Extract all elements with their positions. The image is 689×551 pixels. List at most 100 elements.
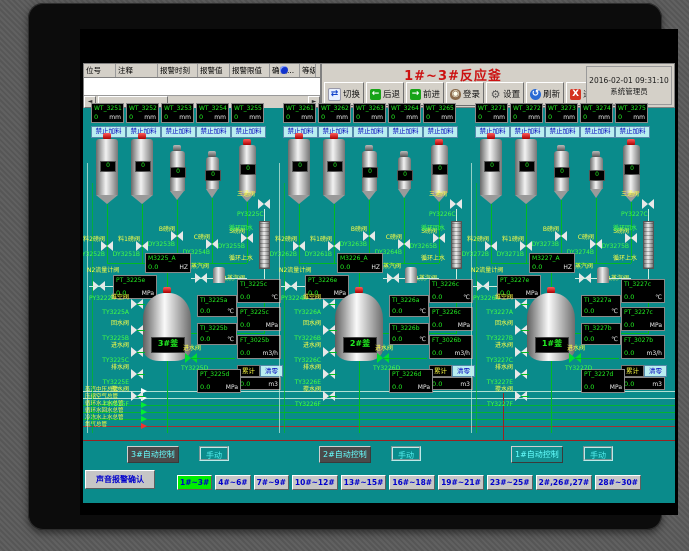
val: 0.0 <box>584 383 594 391</box>
weight-value: 0 <box>199 113 203 121</box>
page-tab-2[interactable]: 7#~9# <box>254 475 289 490</box>
steam-valve-name: 蒸汽阀 <box>575 261 593 270</box>
unit: ℃ <box>227 308 234 315</box>
weight-indicator: WT_32520mm <box>126 103 159 123</box>
weight-unit: mm <box>109 114 121 121</box>
hopper-level-display: 0 <box>135 161 151 172</box>
pipe-line <box>329 396 337 397</box>
tag: TI_3226a <box>392 297 419 304</box>
feed-valve-tag: DY3251B <box>110 251 140 258</box>
hopper-level-display: 0 <box>554 167 570 178</box>
three-way-valve[interactable] <box>642 199 654 209</box>
tag: PT_3226d <box>392 371 421 378</box>
weight-indicator: WT_32530mm <box>161 103 194 123</box>
inlet-valve-tag: TY3226D <box>373 365 400 372</box>
utility-valve-tag: TY3227A <box>473 309 513 316</box>
page-tabs: 1#~3#4#~6# 7#~9#10#~12#13#~15#16#~18#19#~… <box>177 475 641 490</box>
agitator-frequency-indicator: M3227_A0.0HZ <box>529 253 575 273</box>
page-tab-1[interactable]: 4#~6# <box>215 475 250 490</box>
hmi-root: 位号注释报警时刻报警值报警限值确认...等级 ◄ ► 1#~3#反应釜 ⇄切换←… <box>83 63 675 503</box>
feed-valve-name: 料1磅阀 <box>302 234 332 243</box>
pipe-line <box>456 209 457 221</box>
reactor-label: 2#釜 <box>343 337 377 353</box>
val: 0.0 <box>584 335 594 343</box>
weight-unit: mm <box>598 114 610 121</box>
hopper-level-display: 0 <box>362 167 378 178</box>
manual-control-button[interactable]: 手动 <box>583 446 613 461</box>
process-indicator: TI_3227c0.0℃ <box>621 279 665 303</box>
utility-valve-tag: TY3225A <box>89 309 129 316</box>
unit: MPa <box>418 384 430 391</box>
utility-valve-tag: TY3226A <box>281 309 321 316</box>
hopper-level-display: 0 <box>327 161 343 172</box>
temperature-indicator: TI_3226a0.0℃ <box>389 295 429 317</box>
page-tab-0[interactable]: 1#~3# <box>177 475 212 490</box>
hopper-cone <box>515 195 537 204</box>
weight-value: 0 <box>583 113 587 121</box>
three-way-valve-name: 三通阀 <box>237 189 255 198</box>
page-tab-7[interactable]: 23#~25# <box>487 475 533 490</box>
unit: m3 <box>460 381 470 388</box>
three-way-valve[interactable] <box>450 199 462 209</box>
tag: PT_3227e <box>500 277 529 284</box>
feed-valve-name: 料2磅阀 <box>83 234 105 243</box>
val: 0.0 <box>240 380 250 388</box>
pipe-line <box>526 204 527 263</box>
weight-unit: mm <box>249 114 261 121</box>
tag: FT_3026b <box>432 337 461 344</box>
feed-status-label: 禁止加料 <box>161 126 196 138</box>
weight-unit: mm <box>441 114 453 121</box>
feed-valve-name: C磅阀 <box>564 232 594 241</box>
tag: PT_3226c <box>432 309 461 316</box>
weight-unit: mm <box>179 114 191 121</box>
pipe-line <box>264 209 265 221</box>
hopper-cone <box>398 189 410 198</box>
condenser-shell <box>643 221 654 269</box>
hopper-cone <box>170 191 184 200</box>
weight-indicator: WT_32630mm <box>353 103 386 123</box>
condenser-supply-label: 循环上水 <box>421 253 445 262</box>
page-tab-9[interactable]: 28#~30# <box>595 475 641 490</box>
feed-valve-name: B磅阀 <box>145 224 175 233</box>
tag: M3227_A <box>532 255 560 262</box>
tag: FT_3027b <box>624 337 653 344</box>
feed-valve-tag: DY3252B <box>83 251 105 258</box>
page-tab-8[interactable]: 2#,26#,27# <box>536 475 593 490</box>
val: 0.0 <box>392 335 402 343</box>
weight-tag: WT_3271 <box>478 105 506 112</box>
auto-control-button[interactable]: 3#自动控制 <box>127 446 179 463</box>
manual-control-button[interactable]: 手动 <box>391 446 421 461</box>
weight-tag: WT_3275 <box>618 105 646 112</box>
hopper-cone <box>590 189 602 198</box>
feed-valve-tag: DY3272B <box>459 251 489 258</box>
weight-indicator: WT_32730mm <box>545 103 578 123</box>
weight-indicator: WT_32740mm <box>580 103 613 123</box>
pipe-line <box>521 396 529 397</box>
three-way-valve[interactable] <box>258 199 270 209</box>
process-indicator: FT_3027b0.0m3/h <box>621 335 665 359</box>
sound-alarm-ack-button[interactable]: 声音报警确认 <box>85 470 155 489</box>
weight-unit: mm <box>563 114 575 121</box>
auto-control-button[interactable]: 1#自动控制 <box>511 446 563 463</box>
unit: m3/h <box>647 350 663 357</box>
weight-unit: mm <box>528 114 540 121</box>
page-tab-5[interactable]: 16#~18# <box>389 475 435 490</box>
inlet-valve-tag: TY3227D <box>565 365 592 372</box>
page-tab-3[interactable]: 10#~12# <box>292 475 338 490</box>
page-tab-6[interactable]: 19#~21# <box>438 475 484 490</box>
temperature-indicator: TI_3227a0.0℃ <box>581 295 621 317</box>
weight-value: 0 <box>513 113 517 121</box>
hopper-level-display: 0 <box>170 167 186 178</box>
utility-valve-tag: TY3225F <box>89 401 129 408</box>
weight-unit: mm <box>406 114 418 121</box>
tag: PT_3227c <box>624 309 653 316</box>
unit: ℃ <box>227 336 234 343</box>
page-tab-4[interactable]: 13#~15# <box>341 475 387 490</box>
auto-control-button[interactable]: 2#自动控制 <box>319 446 371 463</box>
manual-control-button[interactable]: 手动 <box>199 446 229 461</box>
pressure-indicator-bottom: PT_3227d0.0MPa <box>581 369 625 393</box>
totalizer-reset-button[interactable]: 清零 <box>644 365 667 377</box>
three-way-valve-name: 三通阀 <box>429 189 447 198</box>
hopper-cone <box>480 195 502 204</box>
utility-valve-name: 排水阀 <box>473 362 513 371</box>
